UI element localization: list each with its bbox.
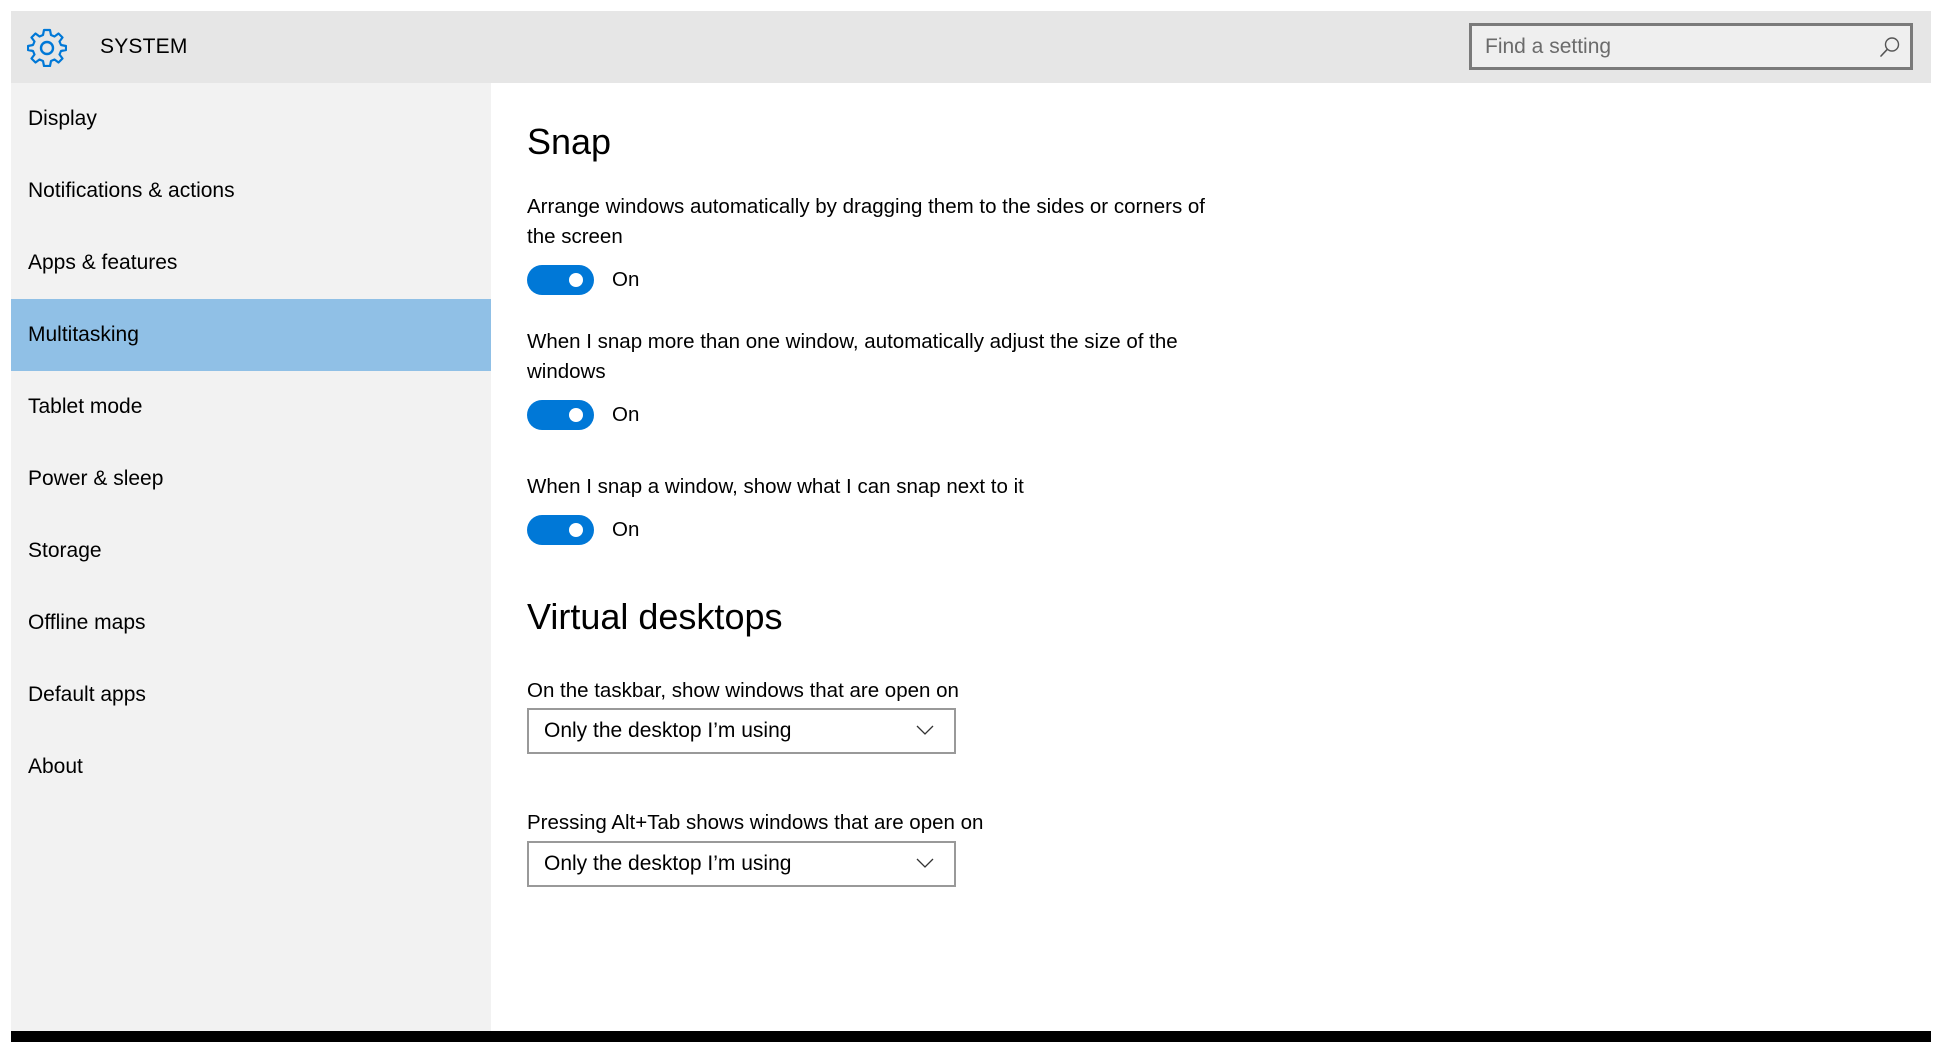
sidebar-item-offline-maps[interactable]: Offline maps (11, 587, 491, 659)
sidebar-item-label: Offline maps (28, 611, 146, 634)
section-heading-snap: Snap (527, 121, 612, 162)
sidebar-item-label: Storage (28, 539, 102, 562)
alt-tab-windows-label: Pressing Alt+Tab shows windows that are … (527, 811, 984, 834)
sidebar-item-notifications-actions[interactable]: Notifications & actions (11, 155, 491, 227)
sidebar-item-apps-features[interactable]: Apps & features (11, 227, 491, 299)
search-box[interactable] (1469, 23, 1913, 70)
chevron-down-icon (916, 725, 934, 735)
taskbar (11, 1031, 1931, 1042)
search-icon[interactable] (1879, 36, 1901, 58)
snap-adjust-size-toggle-row: On (527, 400, 727, 430)
toggle-knob (569, 273, 583, 287)
snap-assist-toggle-row: On (527, 515, 727, 545)
sidebar-item-power-sleep[interactable]: Power & sleep (11, 443, 491, 515)
snap-arrange-toggle[interactable] (527, 265, 594, 295)
sidebar-item-label: About (28, 755, 83, 778)
toggle-state-label: On (612, 518, 640, 541)
snap-adjust-size-toggle[interactable] (527, 400, 594, 430)
sidebar-item-label: Apps & features (28, 251, 178, 274)
sidebar-item-display[interactable]: Display (11, 83, 491, 155)
header-bar: SYSTEM (11, 11, 1931, 83)
sidebar-item-tablet-mode[interactable]: Tablet mode (11, 371, 491, 443)
snap-assist-description: When I snap a window, show what I can sn… (527, 475, 1024, 498)
alt-tab-windows-dropdown[interactable]: Only the desktop I’m using (527, 841, 956, 887)
section-heading-virtual-desktops: Virtual desktops (527, 596, 783, 637)
taskbar-windows-label: On the taskbar, show windows that are op… (527, 679, 959, 702)
snap-assist-toggle[interactable] (527, 515, 594, 545)
chevron-down-icon (916, 858, 934, 868)
gear-icon (27, 28, 67, 67)
snap-arrange-description: Arrange windows automatically by draggin… (527, 195, 1205, 248)
sidebar-item-default-apps[interactable]: Default apps (11, 659, 491, 731)
sidebar-item-about[interactable]: About (11, 731, 491, 803)
sidebar-item-label: Multitasking (28, 323, 139, 346)
sidebar-item-label: Display (28, 107, 97, 130)
sidebar-item-label: Default apps (28, 683, 146, 706)
toggle-state-label: On (612, 403, 640, 426)
dropdown-selected-value: Only the desktop I’m using (544, 852, 792, 875)
snap-arrange-toggle-row: On (527, 265, 727, 295)
toggle-knob (569, 523, 583, 537)
main-content: Snap Arrange windows automatically by dr… (491, 83, 1931, 1031)
sidebar-item-storage[interactable]: Storage (11, 515, 491, 587)
sidebar-nav: Display Notifications & actions Apps & f… (11, 83, 491, 1031)
settings-window: SYSTEM Display Notifications & actions A… (11, 11, 1931, 1031)
app-title: SYSTEM (100, 35, 188, 58)
toggle-knob (569, 408, 583, 422)
sidebar-item-label: Tablet mode (28, 395, 143, 418)
snap-adjust-size-description: When I snap more than one window, automa… (527, 330, 1178, 383)
toggle-state-label: On (612, 268, 640, 291)
sidebar-item-label: Notifications & actions (28, 179, 235, 202)
dropdown-selected-value: Only the desktop I’m using (544, 719, 792, 742)
sidebar-item-label: Power & sleep (28, 467, 164, 490)
taskbar-windows-dropdown[interactable]: Only the desktop I’m using (527, 708, 956, 754)
search-input[interactable] (1472, 26, 1865, 67)
sidebar-item-multitasking[interactable]: Multitasking (11, 299, 491, 371)
